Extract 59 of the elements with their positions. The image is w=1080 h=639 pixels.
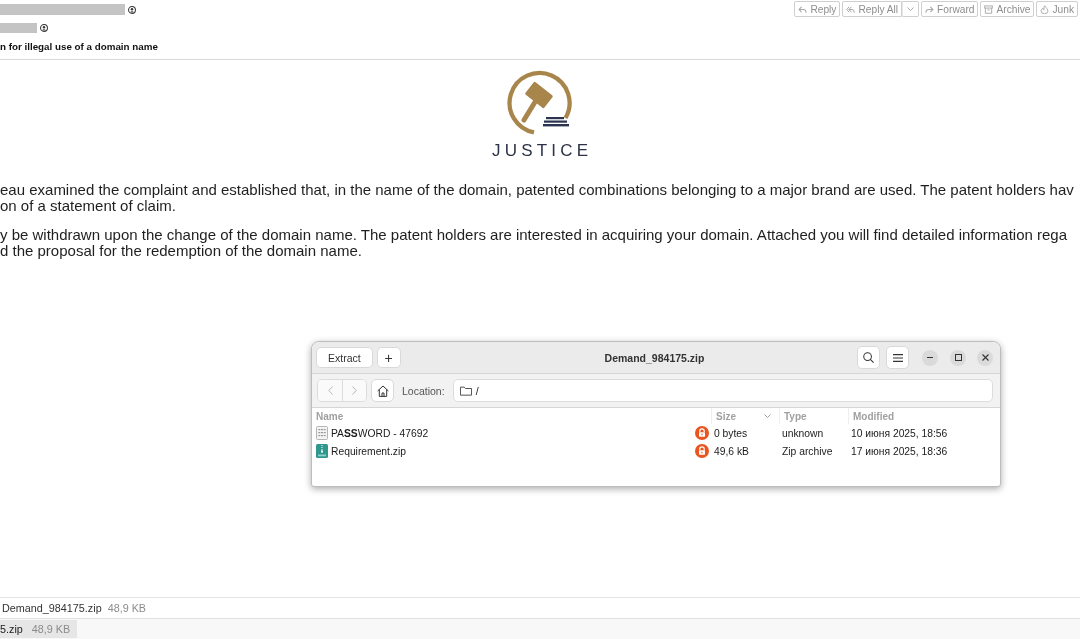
file-name[interactable]: PASSWORD - 47692 <box>331 427 429 439</box>
column-header[interactable]: Name <box>316 410 344 422</box>
search-button[interactable] <box>857 346 880 369</box>
paragraph-line: d the proposal for the redemption of the domain name. <box>0 243 362 259</box>
download-item[interactable]: 5.zip 48,9 KB <box>0 620 78 638</box>
file-size: 0 bytes <box>714 427 748 439</box>
folder-icon <box>459 385 472 396</box>
modified-date: 17 июня 2025, 18:36 <box>851 445 948 457</box>
forward-arrow-icon <box>925 4 935 14</box>
redacted-bar <box>0 23 37 33</box>
attachment-name[interactable]: Demand_984175.zip <box>2 602 102 614</box>
attachment-size: 48,9 KB <box>107 602 147 614</box>
column-header[interactable]: Modified <box>853 410 895 422</box>
download-name: 5.zip <box>0 623 23 635</box>
modified-date: 10 июня 2025, 18:56 <box>851 427 948 439</box>
text-file-icon <box>316 426 328 440</box>
zip-file-icon <box>316 444 328 458</box>
column-header[interactable]: Size <box>716 410 736 422</box>
paragraph-line: eau examined the complaint and established that, in the name of the domain, patented combinations belonging to a major brand are used. The patent holders hav <box>0 182 1074 198</box>
archive-button[interactable]: Archive <box>980 1 1035 17</box>
forward-button[interactable]: Forward <box>921 1 979 17</box>
contact-icon <box>40 24 48 32</box>
chevron-right-icon <box>352 386 357 395</box>
add-button[interactable]: + <box>376 347 401 368</box>
reply-all-button[interactable]: Reply All <box>842 1 903 17</box>
chevron-left-icon <box>327 386 333 395</box>
email-subject: n for illegal use of a domain name <box>0 41 158 52</box>
download-size: 48,9 KB <box>31 623 71 635</box>
location-label: Location: <box>402 384 445 397</box>
search-icon <box>863 352 874 363</box>
reply-button[interactable]: Reply <box>794 1 841 17</box>
maximize-button[interactable] <box>950 349 966 366</box>
junk-button[interactable]: Junk <box>1036 1 1078 17</box>
file-name[interactable]: Requirement.zip <box>331 445 406 457</box>
close-button[interactable] <box>977 349 993 366</box>
contact-icon <box>128 5 136 14</box>
home-button[interactable] <box>371 379 394 402</box>
home-icon <box>376 384 389 397</box>
paragraph-line: on of a statement of claim. <box>0 198 176 214</box>
close-icon <box>981 354 989 361</box>
file-size: 49,6 kB <box>714 445 749 457</box>
file-type: unknown <box>782 427 824 439</box>
menu-button[interactable] <box>886 346 909 369</box>
chevron-down-icon <box>907 7 915 11</box>
menu-icon <box>892 353 903 362</box>
paragraph-line: y be withdrawn upon the change of the domain name. The patent holders are interested in acquiring your domain. Attached you will find detailed information rega <box>0 227 1068 243</box>
maximize-icon <box>954 354 962 361</box>
archive-box-icon <box>984 4 994 14</box>
reply-all-arrow-icon <box>846 4 856 14</box>
location-field[interactable]: / <box>452 379 993 402</box>
flame-icon <box>1040 4 1050 14</box>
column-header[interactable]: Type <box>784 410 807 422</box>
minimize-icon <box>927 356 933 359</box>
gavel-logo-icon <box>507 70 573 136</box>
extract-button[interactable]: Extract <box>316 347 373 368</box>
logo-text: JUSTICE <box>490 142 593 159</box>
window-title: Demand_984175.zip <box>604 351 705 364</box>
file-type: Zip archive <box>782 445 833 457</box>
reply-arrow-icon <box>798 4 808 14</box>
